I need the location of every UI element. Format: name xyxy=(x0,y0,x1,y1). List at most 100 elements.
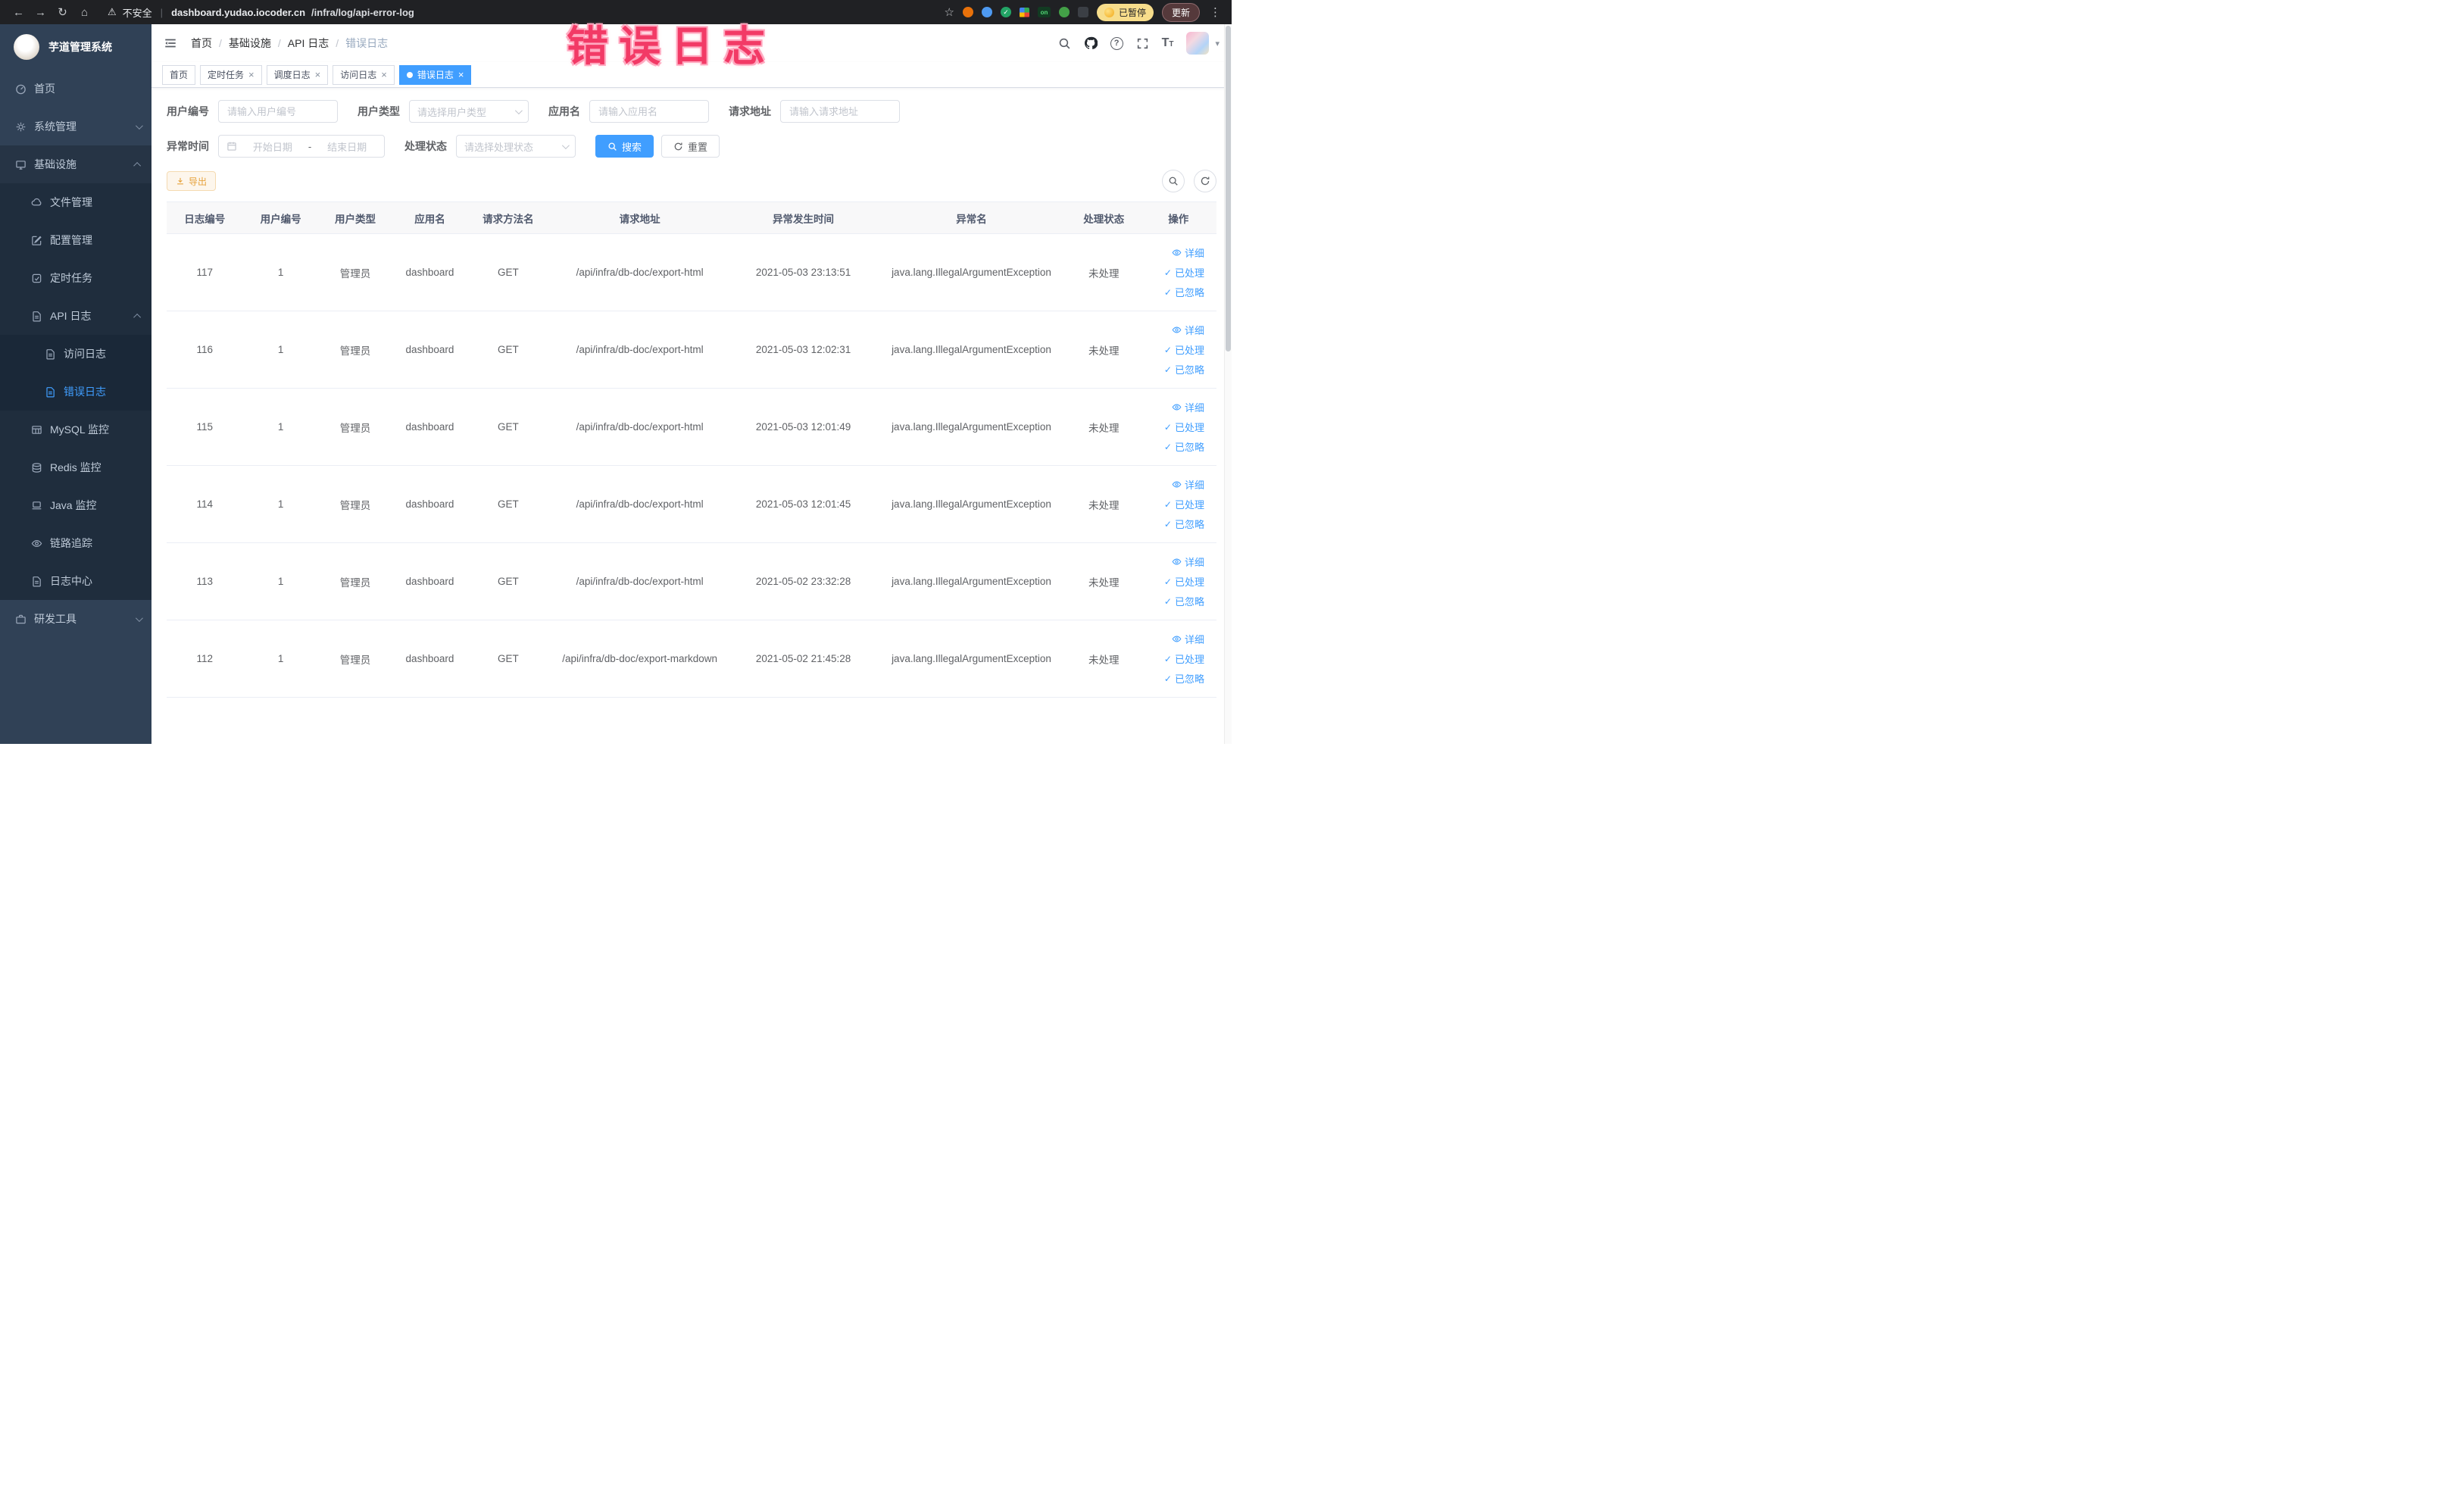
chevron-down-icon xyxy=(514,106,523,114)
ignored-link[interactable]: ✓ 已忽略 xyxy=(1164,517,1204,531)
ignored-link[interactable]: ✓ 已忽略 xyxy=(1164,671,1204,686)
close-icon[interactable]: × xyxy=(381,70,387,80)
extension-icon-orange[interactable] xyxy=(962,7,973,17)
paused-badge[interactable]: 已暂停 xyxy=(1096,3,1154,21)
avatar-caret-icon[interactable]: ▾ xyxy=(1215,39,1220,48)
breadcrumb-item[interactable]: 首页 xyxy=(191,36,212,51)
ignored-link[interactable]: ✓ 已忽略 xyxy=(1164,362,1204,376)
sidebar-item-label: 文件管理 xyxy=(50,196,92,208)
breadcrumb-item[interactable]: 基础设施 xyxy=(229,36,271,51)
table-header-row: 日志编号 用户编号 用户类型 应用名 请求方法名 请求地址 异常发生时间 异常名… xyxy=(167,201,1216,234)
extension-icon-leaf[interactable] xyxy=(1058,7,1070,17)
close-icon[interactable]: × xyxy=(248,70,255,80)
processed-link[interactable]: ✓ 已处理 xyxy=(1164,342,1204,357)
cell-user-id: 1 xyxy=(242,620,319,698)
sidebar-item-home[interactable]: 首页 xyxy=(0,70,151,108)
tab-scheduled-jobs[interactable]: 定时任务 × xyxy=(200,64,262,85)
detail-link[interactable]: 详细 xyxy=(1172,477,1204,492)
browser-reload-icon[interactable]: ↻ xyxy=(53,3,72,22)
sidebar-item-trace[interactable]: 链路追踪 xyxy=(0,524,151,562)
sidebar-item-redis-monitor[interactable]: Redis 监控 xyxy=(0,448,151,486)
tab-label: 访问日志 xyxy=(340,70,377,80)
browser-back-icon[interactable]: ← xyxy=(9,3,28,22)
breadcrumb-item[interactable]: API 日志 xyxy=(288,36,329,51)
tab-error-log[interactable]: 错误日志 × xyxy=(398,64,472,85)
close-icon[interactable]: × xyxy=(458,70,464,80)
sidebar-item-infrastructure[interactable]: 基础设施 xyxy=(0,145,151,183)
app-logo: 芋道管理系统 xyxy=(0,24,151,70)
address-bar[interactable]: ⚠ 不安全 | dashboard.yudao.iocoder.cn/infra… xyxy=(108,5,414,20)
ignored-link[interactable]: ✓ 已忽略 xyxy=(1164,594,1204,608)
tab-home[interactable]: 首页 xyxy=(162,64,196,85)
select-placeholder: 请选择处理状态 xyxy=(464,141,534,153)
eye-icon xyxy=(1172,558,1182,565)
ignored-link[interactable]: ✓ 已忽略 xyxy=(1164,285,1204,299)
detail-link[interactable]: 详细 xyxy=(1172,400,1204,414)
bookmark-star-icon[interactable]: ☆ xyxy=(945,5,954,19)
ignored-link[interactable]: ✓ 已忽略 xyxy=(1164,439,1204,454)
extension-icon-blue-drop[interactable] xyxy=(981,7,992,17)
processed-link[interactable]: ✓ 已处理 xyxy=(1164,574,1204,589)
browser-update-button[interactable]: 更新 xyxy=(1161,2,1200,22)
sidebar-item-scheduled-jobs[interactable]: 定时任务 xyxy=(0,259,151,297)
sidebar-item-system-mgmt[interactable]: 系统管理 xyxy=(0,108,151,145)
reset-button[interactable]: 重置 xyxy=(661,135,720,158)
browser-forward-icon[interactable]: → xyxy=(31,3,50,22)
browser-menu-icon[interactable]: ⋮ xyxy=(1208,5,1223,19)
detail-link[interactable]: 详细 xyxy=(1172,555,1204,569)
table-row: 116 1 管理员 dashboard GET /api/infra/db-do… xyxy=(167,311,1216,389)
sidebar-item-file-mgmt[interactable]: 文件管理 xyxy=(0,183,151,221)
help-icon[interactable]: ? xyxy=(1110,36,1123,50)
search-button[interactable]: 搜索 xyxy=(595,135,654,158)
github-icon[interactable] xyxy=(1084,36,1098,50)
processed-link[interactable]: ✓ 已处理 xyxy=(1164,497,1204,511)
scrollbar-thumb[interactable] xyxy=(1226,26,1231,351)
sidebar-item-config-mgmt[interactable]: 配置管理 xyxy=(0,221,151,259)
extension-icon-green-check[interactable]: ✓ xyxy=(1000,7,1011,17)
sidebar-toggle-icon[interactable] xyxy=(164,36,177,50)
request-url-label: 请求地址 xyxy=(729,105,771,117)
detail-link[interactable]: 详细 xyxy=(1172,632,1204,646)
processed-link[interactable]: ✓ 已处理 xyxy=(1164,651,1204,666)
sidebar-item-mysql-monitor[interactable]: MySQL 监控 xyxy=(0,411,151,448)
eye-icon xyxy=(1172,481,1182,488)
detail-link[interactable]: 详细 xyxy=(1172,323,1204,337)
col-user-type: 用户类型 xyxy=(318,201,392,234)
font-size-icon[interactable]: TT xyxy=(1162,37,1174,49)
close-icon[interactable]: × xyxy=(315,70,321,80)
user-id-input[interactable] xyxy=(218,100,338,123)
cell-request-url: /api/infra/db-doc/export-markdown xyxy=(548,620,732,698)
sidebar-item-java-monitor[interactable]: Java 监控 xyxy=(0,486,151,524)
export-button[interactable]: 导出 xyxy=(167,171,217,191)
processed-link[interactable]: ✓ 已处理 xyxy=(1164,265,1204,280)
cell-log-id: 114 xyxy=(167,465,243,543)
process-status-select[interactable]: 请选择处理状态 xyxy=(456,135,576,158)
user-type-select[interactable]: 请选择用户类型 xyxy=(409,100,529,123)
extension-icon-switch-on[interactable]: on xyxy=(1037,7,1051,17)
browser-home-icon[interactable]: ⌂ xyxy=(75,3,94,22)
tab-access-log[interactable]: 访问日志 × xyxy=(333,64,395,85)
date-range-picker[interactable]: 开始日期 - 结束日期 xyxy=(218,135,385,158)
sidebar-item-api-log[interactable]: API 日志 xyxy=(0,297,151,335)
sidebar-item-error-log[interactable]: 错误日志 xyxy=(0,373,151,411)
request-url-input[interactable] xyxy=(780,100,900,123)
sidebar-item-label: 系统管理 xyxy=(34,120,77,133)
sidebar-item-dev-tools[interactable]: 研发工具 xyxy=(0,600,151,638)
tab-schedule-log[interactable]: 调度日志 × xyxy=(266,64,329,85)
cell-status: 未处理 xyxy=(1067,620,1141,698)
fullscreen-icon[interactable] xyxy=(1136,37,1149,50)
detail-link[interactable]: 详细 xyxy=(1172,245,1204,260)
user-avatar[interactable] xyxy=(1186,32,1210,55)
extension-icon-plug[interactable] xyxy=(1077,7,1088,17)
app-title: 芋道管理系统 xyxy=(48,41,112,53)
extension-icon-grid[interactable] xyxy=(1019,7,1029,17)
app-name-input[interactable] xyxy=(589,100,709,123)
processed-link[interactable]: ✓ 已处理 xyxy=(1164,420,1204,434)
refresh-table-button[interactable] xyxy=(1194,170,1216,192)
cell-exception-time: 2021-05-02 21:45:28 xyxy=(731,620,876,698)
dashboard-icon xyxy=(16,84,26,94)
sidebar-item-log-center[interactable]: 日志中心 xyxy=(0,562,151,600)
sidebar-item-access-log[interactable]: 访问日志 xyxy=(0,335,151,373)
toggle-search-button[interactable] xyxy=(1162,170,1185,192)
search-icon[interactable] xyxy=(1058,37,1071,50)
